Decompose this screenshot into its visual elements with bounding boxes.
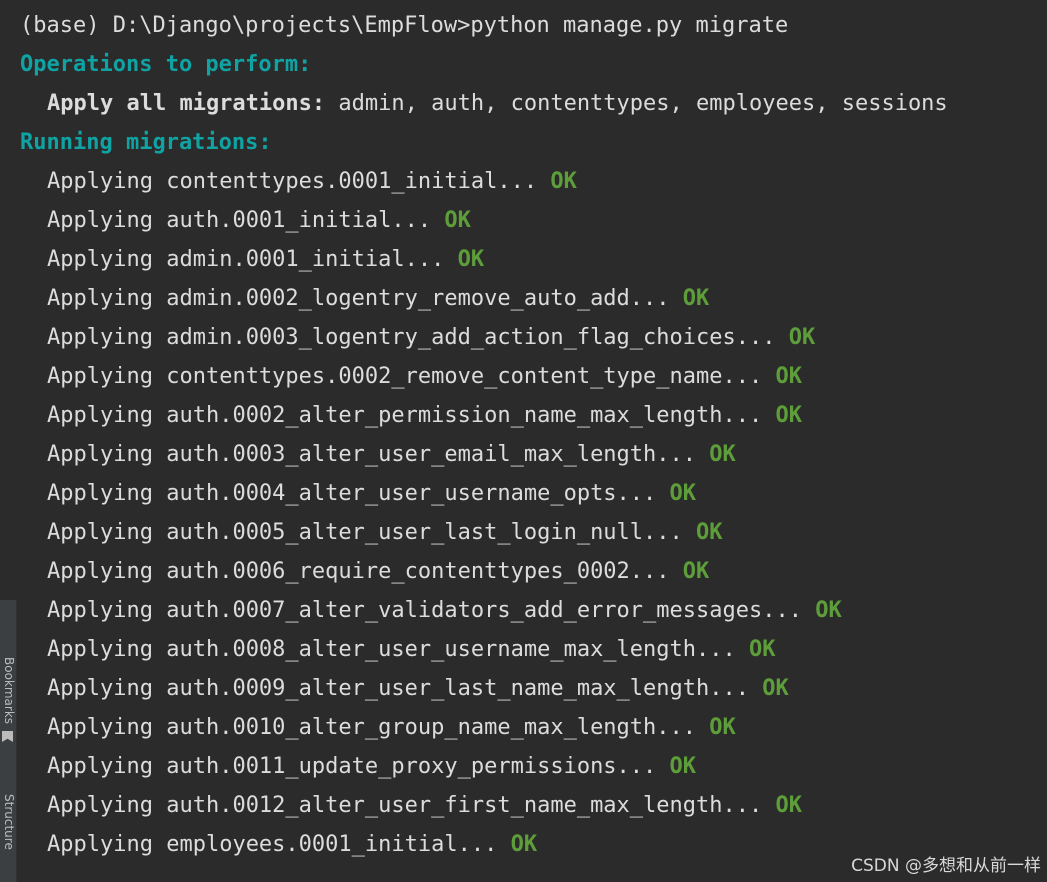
apply-label: Apply all migrations: (47, 91, 326, 116)
migration-name: auth.0002_alter_permission_name_max_leng… (166, 403, 763, 428)
ok-status: OK (444, 208, 471, 233)
applying-prefix: Applying (47, 481, 153, 506)
migration-line: Applying admin.0002_logentry_remove_auto… (20, 279, 1047, 318)
applying-prefix: Applying (47, 676, 153, 701)
ok-status: OK (709, 442, 736, 467)
migration-name: contenttypes.0002_remove_content_type_na… (166, 364, 763, 389)
applying-prefix: Applying (47, 169, 153, 194)
ok-status: OK (815, 598, 842, 623)
migration-line: Applying auth.0005_alter_user_last_login… (20, 513, 1047, 552)
applying-prefix: Applying (47, 286, 153, 311)
migration-line: Applying auth.0011_update_proxy_permissi… (20, 747, 1047, 786)
applying-prefix: Applying (47, 364, 153, 389)
migration-name: admin.0001_initial... (166, 247, 445, 272)
ok-status: OK (682, 286, 710, 311)
migration-name: contenttypes.0001_initial... (166, 169, 538, 194)
applying-prefix: Applying (47, 208, 153, 233)
migration-line: Applying auth.0003_alter_user_email_max_… (20, 435, 1047, 474)
structure-tab[interactable]: Structure (0, 778, 16, 850)
command-prompt-line: (base) D:\Django\projects\EmpFlow>python… (20, 13, 789, 38)
running-heading: Running migrations: (20, 130, 272, 155)
migration-line: Applying admin.0001_initial... OK (20, 240, 1047, 279)
migration-line: Applying auth.0008_alter_user_username_m… (20, 630, 1047, 669)
applying-prefix: Applying (47, 559, 153, 584)
migration-line: Applying auth.0007_alter_validators_add_… (20, 591, 1047, 630)
ok-status: OK (457, 247, 485, 272)
ok-status: OK (775, 793, 803, 818)
migration-name: auth.0004_alter_user_username_opts... (166, 481, 657, 506)
ok-status: OK (550, 169, 577, 194)
ok-status: OK (775, 364, 803, 389)
applying-prefix: Applying (47, 403, 153, 428)
terminal-output[interactable]: (base) D:\Django\projects\EmpFlow>python… (0, 0, 1047, 882)
migration-name: auth.0003_alter_user_email_max_length... (166, 442, 697, 467)
migration-name: auth.0012_alter_user_first_name_max_leng… (166, 793, 763, 818)
applying-prefix: Applying (47, 754, 153, 779)
applying-prefix: Applying (47, 832, 153, 857)
migration-name: auth.0005_alter_user_last_login_null... (166, 520, 683, 545)
ok-status: OK (669, 481, 697, 506)
migration-name: auth.0011_update_proxy_permissions... (166, 754, 657, 779)
ok-status: OK (749, 637, 776, 662)
migration-name: employees.0001_initial... (166, 832, 498, 857)
applying-prefix: Applying (47, 247, 153, 272)
applying-prefix: Applying (47, 325, 153, 350)
migration-line: Applying auth.0006_require_contenttypes_… (20, 552, 1047, 591)
migration-name: admin.0003_logentry_add_action_flag_choi… (166, 325, 776, 350)
ok-status: OK (669, 754, 697, 779)
migration-name: auth.0001_initial... (166, 208, 432, 233)
applying-prefix: Applying (47, 793, 153, 818)
terminal-lines: (base) D:\Django\projects\EmpFlow>python… (20, 6, 1047, 864)
migration-line: Applying auth.0002_alter_permission_name… (20, 396, 1047, 435)
migration-line: Applying auth.0010_alter_group_name_max_… (20, 708, 1047, 747)
migration-line: Applying auth.0012_alter_user_first_name… (20, 786, 1047, 825)
ok-status: OK (762, 676, 789, 701)
bookmarks-tab[interactable]: Bookmarks (0, 638, 16, 724)
migration-line: Applying auth.0009_alter_user_last_name_… (20, 669, 1047, 708)
apply-value: admin, auth, contenttypes, employees, se… (325, 91, 948, 116)
apply-migrations-line: Apply all migrations: admin, auth, conte… (20, 84, 1047, 123)
applying-prefix: Applying (47, 715, 153, 740)
migration-line: Applying auth.0001_initial... OK (20, 201, 1047, 240)
applying-prefix: Applying (47, 520, 153, 545)
ok-status: OK (775, 403, 803, 428)
migration-name: auth.0008_alter_user_username_max_length… (166, 637, 736, 662)
ok-status: OK (788, 325, 816, 350)
watermark: CSDN @多想和从前一样 (851, 856, 1041, 876)
applying-prefix: Applying (47, 637, 153, 662)
migration-line: Applying contenttypes.0001_initial... OK (20, 162, 1047, 201)
ok-status: OK (682, 559, 710, 584)
migration-name: auth.0009_alter_user_last_name_max_lengt… (166, 676, 750, 701)
migration-name: auth.0006_require_contenttypes_0002... (166, 559, 670, 584)
migration-name: admin.0002_logentry_remove_auto_add... (166, 286, 670, 311)
ok-status: OK (709, 715, 736, 740)
operations-heading: Operations to perform: (20, 52, 312, 77)
applying-prefix: Applying (47, 598, 153, 623)
migration-list: Applying contenttypes.0001_initial... OK… (20, 162, 1047, 864)
ok-status: OK (510, 832, 538, 857)
migration-line: Applying admin.0003_logentry_add_action_… (20, 318, 1047, 357)
ok-status: OK (696, 520, 723, 545)
migration-line: Applying contenttypes.0002_remove_conten… (20, 357, 1047, 396)
migration-line: Applying auth.0004_alter_user_username_o… (20, 474, 1047, 513)
migration-name: auth.0007_alter_validators_add_error_mes… (166, 598, 802, 623)
applying-prefix: Applying (47, 442, 153, 467)
migration-name: auth.0010_alter_group_name_max_length... (166, 715, 697, 740)
